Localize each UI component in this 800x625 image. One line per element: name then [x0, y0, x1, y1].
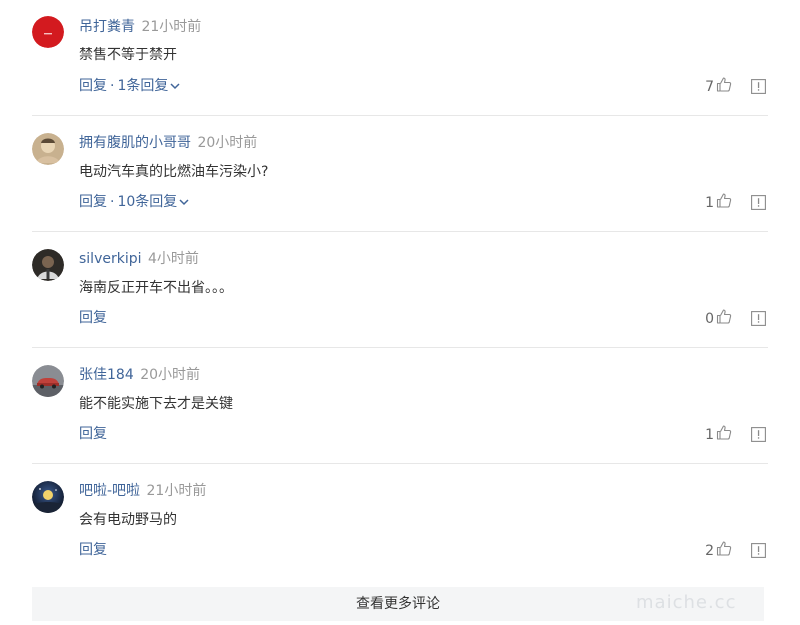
comment-item: 吧啦-吧啦 21小时前 会有电动野马的 回复 2 — [32, 464, 768, 579]
report-icon[interactable] — [751, 79, 766, 94]
comment-time: 21小时前 — [141, 19, 202, 35]
comment-actions: 回复 — [79, 309, 107, 327]
like-control: 0 — [705, 309, 732, 329]
report-icon[interactable] — [751, 543, 766, 558]
comment-actions: 回复 · 10条回复 — [79, 193, 189, 211]
comment-time: 21小时前 — [146, 483, 207, 499]
comment-text: 禁售不等于禁开 — [79, 47, 177, 63]
replies-count-label: 10条回复 — [117, 194, 178, 210]
comment-actions: 回复 — [79, 541, 107, 559]
thumbs-up-icon[interactable] — [716, 77, 732, 97]
avatar[interactable] — [32, 481, 64, 513]
comment-actions: 回复 — [79, 425, 107, 443]
author-name[interactable]: silverkipi — [79, 251, 142, 267]
comment-item: 拥有腹肌的小哥哥 20小时前 电动汽车真的比燃油车污染小? 回复 · 10条回复 1 — [32, 116, 768, 232]
thumbs-up-icon[interactable] — [716, 309, 732, 329]
like-control: 1 — [705, 193, 732, 213]
like-count: 1 — [705, 427, 714, 443]
like-control: 7 — [705, 77, 732, 97]
like-count: 0 — [705, 311, 714, 327]
thumbs-up-icon[interactable] — [716, 541, 732, 561]
comment-item: 张佳184 20小时前 能不能实施下去才是关键 回复 1 — [32, 348, 768, 464]
comment-meta: silverkipi 4小时前 — [79, 250, 199, 268]
like-control: 1 — [705, 425, 732, 445]
view-replies-link[interactable]: 10条回复 — [117, 194, 189, 210]
avatar[interactable] — [32, 133, 64, 165]
like-count: 2 — [705, 543, 714, 559]
comment-actions: 回复 · 1条回复 — [79, 77, 180, 95]
reply-button[interactable]: 回复 — [79, 542, 107, 558]
report-icon[interactable] — [751, 195, 766, 210]
thumbs-up-icon[interactable] — [716, 193, 732, 213]
avatar[interactable] — [32, 16, 64, 48]
comment-text: 海南反正开车不出省。。。 — [79, 280, 233, 296]
view-replies-link[interactable]: 1条回复 — [117, 78, 180, 94]
chevron-down-icon — [170, 77, 180, 95]
comment-item: silverkipi 4小时前 海南反正开车不出省。。。 回复 0 — [32, 232, 768, 348]
comment-meta: 张佳184 20小时前 — [79, 366, 200, 384]
comment-time: 20小时前 — [140, 367, 201, 383]
author-name[interactable]: 张佳184 — [79, 367, 134, 383]
reply-button[interactable]: 回复 — [79, 78, 107, 94]
comment-text: 能不能实施下去才是关键 — [79, 396, 233, 412]
comment-item: 吊打粪青 21小时前 禁售不等于禁开 回复 · 1条回复 7 — [32, 0, 768, 116]
replies-count-label: 1条回复 — [117, 78, 169, 94]
reply-button[interactable]: 回复 — [79, 310, 107, 326]
separator-dot: · — [110, 194, 115, 210]
report-icon[interactable] — [751, 311, 766, 326]
comment-time: 20小时前 — [197, 135, 258, 151]
comment-meta: 吊打粪青 21小时前 — [79, 18, 201, 36]
comment-list: 吊打粪青 21小时前 禁售不等于禁开 回复 · 1条回复 7 拥有腹肌的小哥哥 20… — [32, 0, 768, 579]
comment-text: 会有电动野马的 — [79, 512, 177, 528]
comment-meta: 吧啦-吧啦 21小时前 — [79, 482, 206, 500]
comment-text: 电动汽车真的比燃油车污染小? — [79, 164, 269, 180]
like-count: 1 — [705, 195, 714, 211]
reply-button[interactable]: 回复 — [79, 194, 107, 210]
comment-time: 4小时前 — [147, 251, 199, 267]
comment-meta: 拥有腹肌的小哥哥 20小时前 — [79, 134, 257, 152]
like-control: 2 — [705, 541, 732, 561]
author-name[interactable]: 吊打粪青 — [79, 19, 135, 35]
author-name[interactable]: 拥有腹肌的小哥哥 — [79, 135, 191, 151]
report-icon[interactable] — [751, 427, 766, 442]
reply-button[interactable]: 回复 — [79, 426, 107, 442]
watermark: maiche.cc — [636, 592, 737, 613]
separator-dot: · — [110, 78, 115, 94]
chevron-down-icon — [179, 193, 189, 211]
like-count: 7 — [705, 79, 714, 95]
author-name[interactable]: 吧啦-吧啦 — [79, 483, 140, 499]
avatar[interactable] — [32, 249, 64, 281]
avatar[interactable] — [32, 365, 64, 397]
thumbs-up-icon[interactable] — [716, 425, 732, 445]
